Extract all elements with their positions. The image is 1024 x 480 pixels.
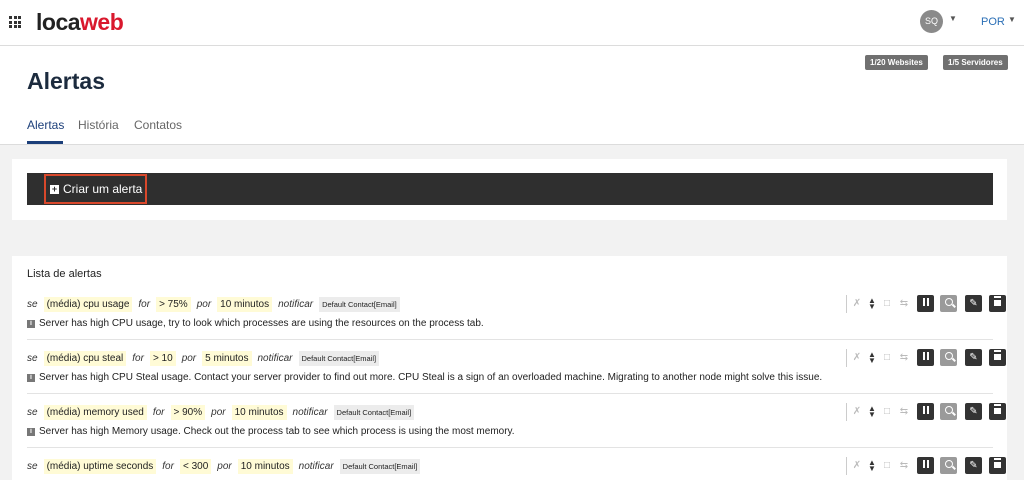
- alert-description: i Server has high Memory usage. Check ou…: [27, 426, 515, 437]
- search-button[interactable]: [940, 349, 957, 366]
- alert-row: se (média) uptime seconds for < 300 por …: [27, 450, 1006, 480]
- divider: [846, 349, 847, 367]
- row-divider: [27, 447, 993, 448]
- alert-actions: ✗ ▲ ▼ □ ⇆ ✎: [846, 349, 1006, 367]
- alert-threshold: > 90%: [170, 404, 206, 420]
- bell-off-icon[interactable]: ✗: [851, 352, 863, 364]
- alert-duration: 10 minutos: [217, 296, 273, 312]
- alert-list-card: Lista de alertas se (média) cpu usage fo…: [12, 256, 1007, 480]
- pause-button[interactable]: [917, 295, 934, 312]
- tab-contatos[interactable]: Contatos: [134, 118, 182, 132]
- bell-off-icon[interactable]: ✗: [851, 460, 863, 472]
- alert-description: i Server has high CPU usage, try to look…: [27, 318, 484, 329]
- plus-square-icon: +: [50, 183, 59, 194]
- alert-list-title: Lista de alertas: [27, 268, 102, 280]
- alert-row: se (média) cpu usage for > 75% por 10 mi…: [27, 288, 1006, 340]
- alert-duration: 10 minutos: [237, 458, 293, 474]
- alert-contact: Default Contact[Email]: [298, 350, 380, 366]
- language-selector[interactable]: POR: [981, 16, 1005, 28]
- info-icon: i: [27, 373, 35, 382]
- alert-metric: (média) cpu steal: [43, 350, 127, 366]
- alert-actions: ✗ ▲ ▼ □ ⇆ ✎: [846, 295, 1006, 313]
- repeat-icon[interactable]: ⇆: [898, 460, 910, 472]
- alert-rule: se (média) cpu steal for > 10 por 5 minu…: [27, 349, 380, 367]
- edit-button[interactable]: ✎: [965, 457, 982, 474]
- tab-alertas[interactable]: Alertas: [27, 118, 64, 132]
- alert-actions: ✗ ▲ ▼ □ ⇆ ✎: [846, 457, 1006, 475]
- alert-duration: 5 minutos: [202, 350, 252, 366]
- delete-button[interactable]: [989, 349, 1006, 366]
- comment-icon[interactable]: □: [881, 298, 893, 310]
- delete-button[interactable]: [989, 295, 1006, 312]
- search-button[interactable]: [940, 457, 957, 474]
- tab-historia[interactable]: História: [78, 118, 119, 132]
- delete-button[interactable]: [989, 403, 1006, 420]
- alert-rule: se (média) uptime seconds for < 300 por …: [27, 457, 421, 475]
- locaweb-logo[interactable]: locaweb: [36, 9, 124, 36]
- create-alert-label: Criar um alerta: [63, 182, 143, 196]
- info-icon: i: [27, 427, 35, 436]
- page-header: 1/20 Websites 1/5 Servidores Alertas Ale…: [0, 46, 1024, 145]
- delete-button[interactable]: [989, 457, 1006, 474]
- alert-row: se (média) cpu steal for > 10 por 5 minu…: [27, 342, 1006, 394]
- alert-contact: Default Contact[Email]: [339, 458, 421, 474]
- apps-grid-icon[interactable]: [9, 16, 21, 28]
- page-title: Alertas: [27, 68, 105, 94]
- websites-badge: 1/20 Websites: [865, 55, 928, 70]
- edit-button[interactable]: ✎: [965, 349, 982, 366]
- row-divider: [27, 339, 993, 340]
- edit-button[interactable]: ✎: [965, 403, 982, 420]
- alert-rule: se (média) memory used for > 90% por 10 …: [27, 403, 415, 421]
- alert-threshold: > 75%: [156, 296, 191, 312]
- repeat-icon[interactable]: ⇆: [898, 406, 910, 418]
- alert-metric: (média) uptime seconds: [43, 458, 157, 474]
- sort-icon[interactable]: ▲ ▼: [866, 297, 878, 311]
- pause-button[interactable]: [917, 457, 934, 474]
- comment-icon[interactable]: □: [881, 352, 893, 364]
- pause-button[interactable]: [917, 349, 934, 366]
- alert-actions: ✗ ▲ ▼ □ ⇆ ✎: [846, 403, 1006, 421]
- alert-duration: 10 minutos: [231, 404, 287, 420]
- alert-threshold: > 10: [149, 350, 176, 366]
- comment-icon[interactable]: □: [881, 406, 893, 418]
- alert-rule: se (média) cpu usage for > 75% por 10 mi…: [27, 295, 400, 313]
- active-tab-indicator: [27, 141, 63, 144]
- row-divider: [27, 393, 993, 394]
- edit-button[interactable]: ✎: [965, 295, 982, 312]
- user-avatar[interactable]: SQ: [920, 10, 943, 33]
- comment-icon[interactable]: □: [881, 460, 893, 472]
- sort-icon[interactable]: ▲ ▼: [866, 405, 878, 419]
- alert-description: i Server has high CPU Steal usage. Conta…: [27, 372, 822, 383]
- search-button[interactable]: [940, 295, 957, 312]
- pause-button[interactable]: [917, 403, 934, 420]
- bell-off-icon[interactable]: ✗: [851, 298, 863, 310]
- alert-contact: Default Contact[Email]: [333, 404, 415, 420]
- alert-metric: (média) memory used: [43, 404, 147, 420]
- divider: [846, 295, 847, 313]
- alert-row: se (média) memory used for > 90% por 10 …: [27, 396, 1006, 448]
- repeat-icon[interactable]: ⇆: [898, 298, 910, 310]
- alert-contact: Default Contact[Email]: [319, 296, 400, 312]
- servers-badge: 1/5 Servidores: [943, 55, 1008, 70]
- bell-off-icon[interactable]: ✗: [851, 406, 863, 418]
- create-alert-button[interactable]: + Criar um alerta: [44, 174, 147, 204]
- chevron-down-icon[interactable]: ▼: [949, 14, 957, 23]
- sort-icon[interactable]: ▲ ▼: [866, 459, 878, 473]
- top-bar: locaweb SQ ▼ POR ▼: [0, 0, 1024, 46]
- info-icon: i: [27, 319, 35, 328]
- repeat-icon[interactable]: ⇆: [898, 352, 910, 364]
- divider: [846, 457, 847, 475]
- create-alert-bar: + Criar um alerta: [27, 173, 993, 205]
- alert-threshold: < 300: [179, 458, 212, 474]
- divider: [846, 403, 847, 421]
- chevron-down-icon[interactable]: ▼: [1008, 15, 1016, 24]
- sort-icon[interactable]: ▲ ▼: [866, 351, 878, 365]
- search-button[interactable]: [940, 403, 957, 420]
- create-alert-card: + Criar um alerta: [12, 159, 1007, 220]
- alert-metric: (média) cpu usage: [43, 296, 133, 312]
